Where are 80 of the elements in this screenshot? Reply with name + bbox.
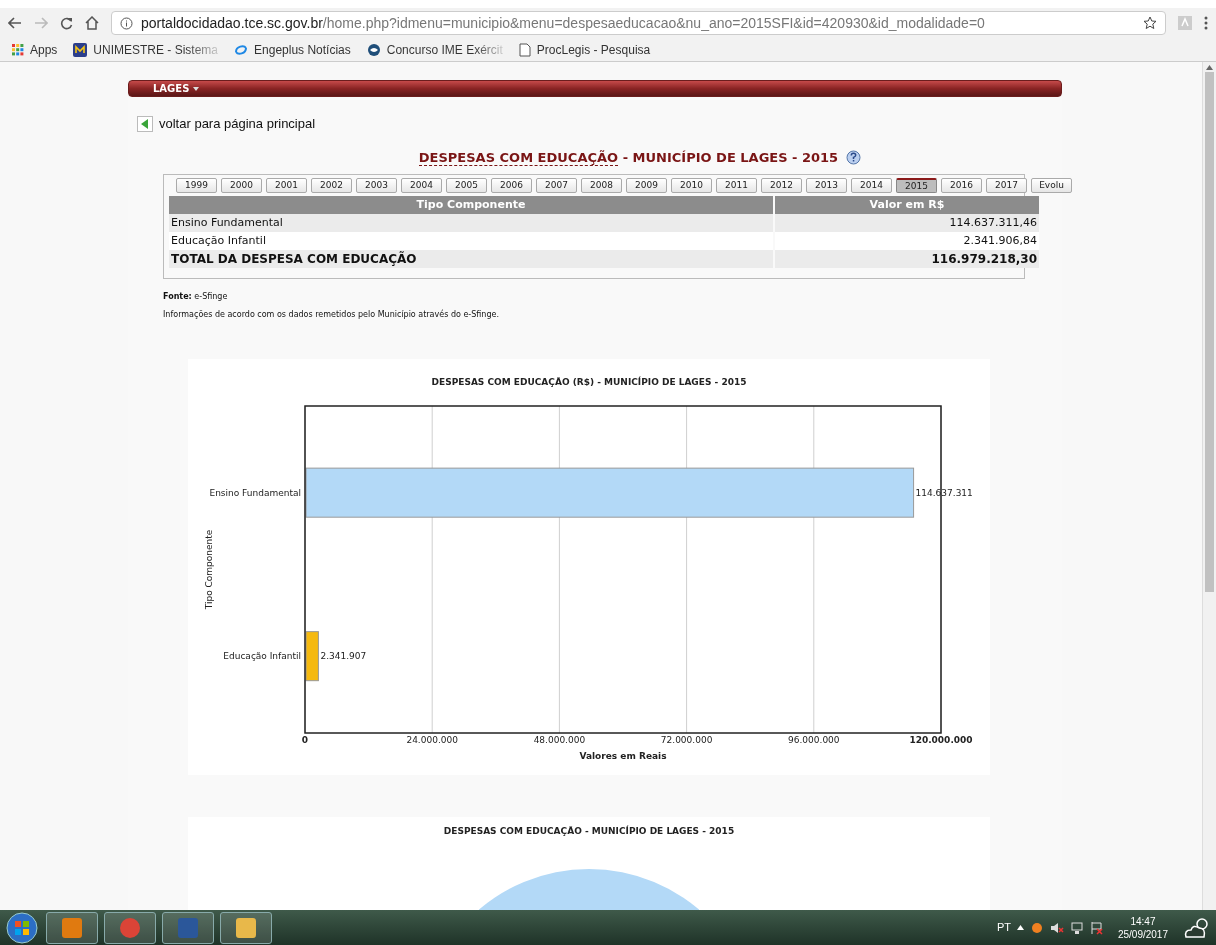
start-icon[interactable] xyxy=(4,911,40,944)
year-tab[interactable]: 2011 xyxy=(716,178,757,193)
apps-grid-icon xyxy=(12,43,24,56)
source-text: Fonte: e-Sfinge xyxy=(163,291,229,303)
year-tab[interactable]: 2008 xyxy=(581,178,622,193)
axis-title: Tipo Componente xyxy=(204,529,214,610)
reload-icon[interactable] xyxy=(60,16,73,30)
year-tab[interactable]: 2005 xyxy=(446,178,487,193)
url-text: portaldocidadao.tce.sc.gov.br/home.php?idmenu=municipio&menu=despesaeducacao&nu_ano=2015SFI&id=420930&id_modalidade=0 xyxy=(141,13,985,33)
column-header: Tipo Componente xyxy=(169,196,773,214)
logo-icon xyxy=(73,42,88,57)
year-tab[interactable]: Evolu xyxy=(1031,178,1072,193)
page-heading: DESPESAS COM EDUCAÇÃO - MUNICÍPIO DE LAGES - 2015 xyxy=(418,148,839,167)
flag-icon[interactable] xyxy=(1089,920,1104,935)
info-icon xyxy=(120,16,133,30)
year-tab[interactable]: 2013 xyxy=(806,178,847,193)
taskbar-app-icon[interactable] xyxy=(162,911,214,944)
year-tab[interactable]: 2015 xyxy=(896,178,937,193)
value-label: 2.341.907 xyxy=(320,651,367,662)
back-icon[interactable] xyxy=(8,17,22,29)
table-cell: 2.341.906,84 xyxy=(775,232,1039,250)
year-tab[interactable]: 2006 xyxy=(491,178,532,193)
table-cell: TOTAL DA DESPESA COM EDUCAÇÃO xyxy=(169,250,773,268)
year-tab[interactable]: 2003 xyxy=(356,178,397,193)
year-tab[interactable]: 2002 xyxy=(311,178,352,193)
category-label: Ensino Fundamental xyxy=(209,487,301,498)
axis-title: Valores em Reais xyxy=(579,751,667,761)
home-icon[interactable] xyxy=(85,16,99,30)
swirl-icon xyxy=(234,42,249,57)
speaker-muted-icon[interactable] xyxy=(1049,920,1064,935)
year-tab[interactable]: 2007 xyxy=(536,178,577,193)
taskbar-app-icon[interactable] xyxy=(220,911,272,944)
year-tab[interactable]: 2014 xyxy=(851,178,892,193)
year-tab[interactable]: 2001 xyxy=(266,178,307,193)
year-tab[interactable]: 2000 xyxy=(221,178,262,193)
clock[interactable]: 14:47 25/09/2017 xyxy=(1109,914,1176,941)
menu-item[interactable]: LAGES xyxy=(153,81,200,96)
clock-time: 14:47 xyxy=(1130,914,1156,928)
category-label: Educação Infantil xyxy=(223,651,301,662)
globe-icon xyxy=(366,42,381,57)
star-icon[interactable] xyxy=(1143,16,1157,30)
tick-label: 48.000.000 xyxy=(533,735,586,745)
column-header: Valor em R$ xyxy=(775,196,1039,214)
scrollbar[interactable] xyxy=(1202,62,1216,910)
table-cell: 116.979.218,30 xyxy=(775,250,1039,268)
help-icon[interactable] xyxy=(846,149,862,165)
tick-label: 72.000.000 xyxy=(660,735,713,745)
caret-icon xyxy=(193,86,200,91)
year-tab[interactable]: 2017 xyxy=(986,178,1027,193)
tick-label: 24.000.000 xyxy=(406,735,458,745)
caret-icon[interactable] xyxy=(1016,925,1024,930)
tick-label: 120.000.000 xyxy=(909,735,973,745)
chart-title: DESPESAS COM EDUCAÇÃO - MUNICÍPIO DE LAGES - 2015 xyxy=(443,825,735,838)
bookmark[interactable]: ProcLegis - Pesquisa xyxy=(518,40,651,59)
year-tab[interactable]: 1999 xyxy=(176,178,217,193)
page-icon xyxy=(518,42,531,57)
table-cell: Ensino Fundamental xyxy=(169,214,773,232)
taskbar-app-icon[interactable] xyxy=(46,911,98,944)
address-field[interactable]: portaldocidadao.tce.sc.gov.br/home.php?idmenu=municipio&menu=despesaeducacao&nu_ano=2015SFI&id=420930&id_modalidade=0 xyxy=(111,11,1166,35)
year-tab[interactable]: 2016 xyxy=(941,178,982,193)
year-tab[interactable]: 2010 xyxy=(671,178,712,193)
table-cell: Educação Infantil xyxy=(169,232,773,250)
table-cell: 114.637.311,46 xyxy=(775,214,1039,232)
chart-title: DESPESAS COM EDUCAÇÃO (R$) - MUNICÍPIO DE LAGES - 2015 xyxy=(431,377,747,387)
year-tab[interactable]: 2009 xyxy=(626,178,667,193)
tick-label: 0 xyxy=(301,735,309,745)
clock-date: 25/09/2017 xyxy=(1117,927,1168,941)
language-indicator[interactable]: PT xyxy=(996,919,1011,936)
taskbar-app-icon[interactable] xyxy=(104,911,156,944)
scroll-up-icon[interactable] xyxy=(1206,65,1213,70)
menu-icon[interactable] xyxy=(1204,16,1208,30)
bookmark[interactable]: Apps xyxy=(12,40,58,59)
note-text: Informações de acordo com os dados remetidos pelo Município através do e-Sfinge. xyxy=(163,309,500,321)
year-tab[interactable]: 2004 xyxy=(401,178,442,193)
network-icon[interactable] xyxy=(1069,920,1084,935)
tick-label: 96.000.000 xyxy=(788,735,840,745)
back-link[interactable]: voltar para página principal xyxy=(159,114,316,134)
year-tab[interactable]: 2012 xyxy=(761,178,802,193)
bookmark[interactable]: Engeplus Notícias xyxy=(234,40,351,59)
tray-icon[interactable] xyxy=(1029,920,1044,935)
